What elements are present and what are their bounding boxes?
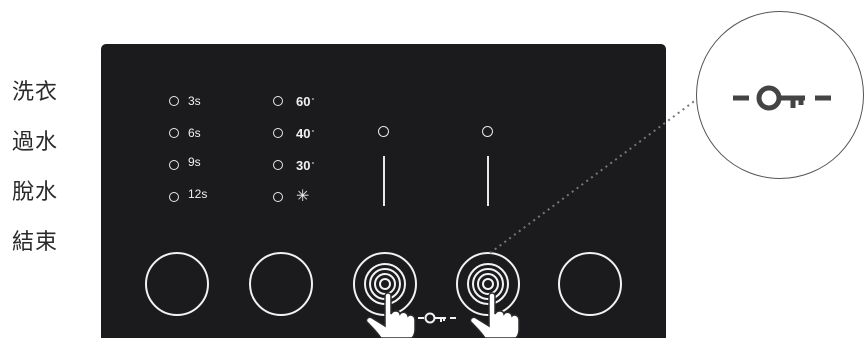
- lock-callout: [696, 11, 864, 179]
- key-lock-icon-large: [733, 85, 831, 111]
